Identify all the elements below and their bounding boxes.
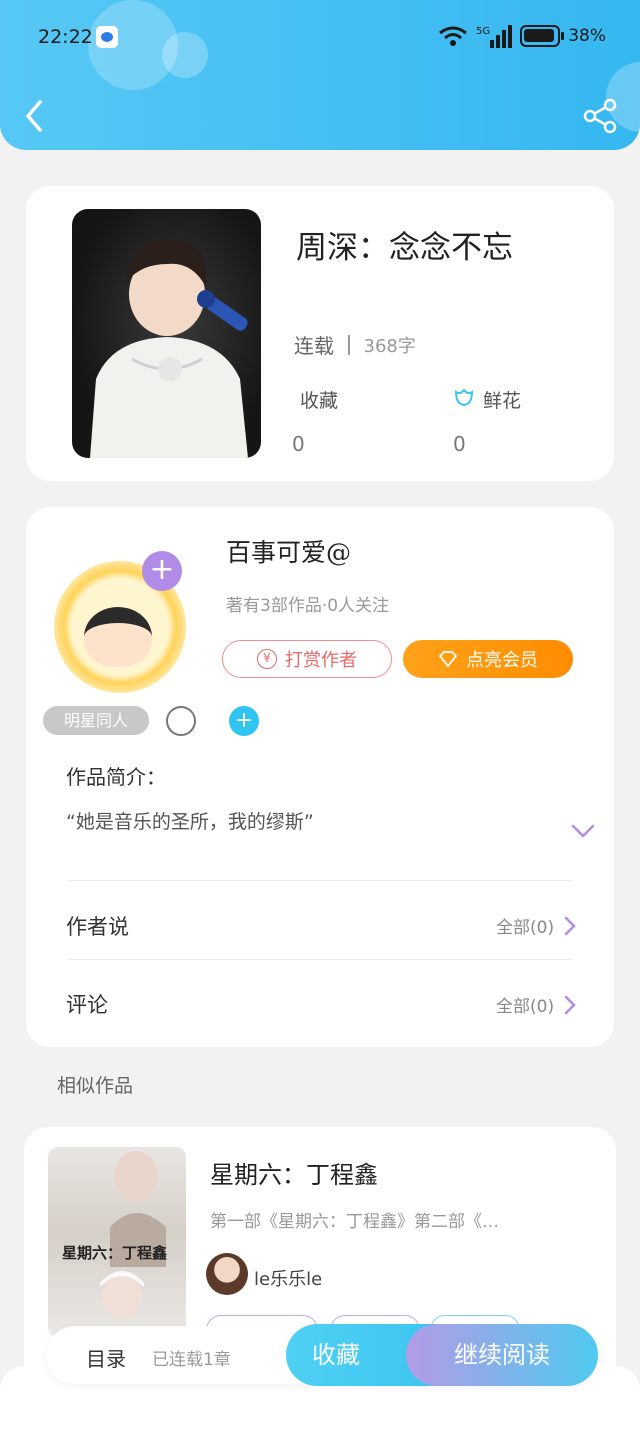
serial-status: 连载	[294, 334, 334, 358]
author-name[interactable]: 百事可爱@	[226, 533, 351, 569]
tip-author-button[interactable]: ¥ 打赏作者	[222, 640, 392, 678]
intro-text: “她是音乐的圣所，我的缪斯”	[66, 811, 314, 833]
similar-cover-title: 星期六：丁程鑫	[62, 1244, 168, 1262]
word-count: 368字	[363, 335, 416, 357]
flower-icon	[454, 388, 474, 407]
chevron-down-icon[interactable]	[570, 823, 596, 839]
author-says-all[interactable]: 全部(0)	[496, 913, 576, 938]
share-icon[interactable]	[580, 98, 620, 134]
favorites-label: 收藏	[300, 390, 339, 412]
serial-chapters: 已连载1章	[152, 1350, 231, 1370]
divider	[348, 334, 350, 355]
book-title: 周深：念念不忘	[296, 230, 513, 266]
similar-work-cover[interactable]: 星期六：丁程鑫	[48, 1147, 186, 1337]
vip-button-label: 点亮会员	[466, 650, 538, 671]
status-icons: 5G 38%	[438, 24, 606, 48]
similar-work-description: 第一部《星期六：丁程鑫》第二部《…	[210, 1212, 499, 1232]
author-says-count: 全部(0)	[496, 918, 555, 938]
diamond-icon	[439, 651, 457, 667]
status-time: 22:22	[38, 26, 93, 48]
battery-percent: 38%	[568, 26, 606, 46]
add-tag-button[interactable]: +	[229, 706, 259, 736]
genre-tag[interactable]: 明星同人	[43, 706, 149, 735]
chevron-right-icon	[564, 995, 576, 1014]
network-label: 5G	[476, 26, 490, 37]
divider	[66, 880, 574, 881]
wifi-icon	[439, 26, 468, 46]
author-meta: 著有3部作品·0人关注	[226, 596, 390, 616]
favorites-count: 0	[292, 432, 305, 456]
author-card: + 百事可爱@ 著有3部作品·0人关注 ¥ 打赏作者 点亮会员 明星同人 + 作…	[26, 507, 614, 1047]
similar-author-avatar	[206, 1253, 248, 1295]
tip-author-label: 打赏作者	[285, 650, 357, 671]
intro-heading: 作品简介：	[66, 765, 166, 789]
back-arrow-icon[interactable]	[20, 96, 52, 136]
tag-placeholder[interactable]	[166, 706, 196, 736]
divider	[66, 959, 574, 960]
vip-button[interactable]: 点亮会员	[403, 640, 573, 678]
flowers-count: 0	[453, 432, 466, 456]
similar-work-title[interactable]: 星期六：丁程鑫	[210, 1155, 378, 1190]
comments-count: 全部(0)	[496, 997, 555, 1017]
top-header: 22:22 5G 38%	[0, 0, 640, 150]
author-says-label[interactable]: 作者说	[66, 911, 129, 941]
baidu-app-icon	[96, 26, 118, 48]
comments-all[interactable]: 全部(0)	[496, 992, 576, 1017]
toc-button[interactable]: 目录	[86, 1343, 126, 1372]
serial-info: 连载 368字	[294, 330, 416, 359]
yen-icon: ¥	[257, 649, 277, 669]
decor-bubble	[162, 32, 208, 78]
signal-5g-icon: 5G	[476, 25, 513, 48]
chevron-right-icon	[564, 916, 576, 935]
follow-plus-button[interactable]: +	[142, 551, 182, 591]
similar-works-heading: 相似作品	[57, 1075, 134, 1097]
book-cover[interactable]	[72, 209, 261, 458]
author-avatar[interactable]	[84, 607, 152, 667]
similar-work-author: le乐乐le	[254, 1269, 323, 1290]
book-info-card: 周深：念念不忘 连载 368字 收藏 0 鲜花 0	[26, 186, 614, 481]
comments-label[interactable]: 评论	[66, 989, 108, 1019]
flowers-label: 鲜花	[483, 390, 522, 412]
battery-icon	[520, 25, 565, 47]
continue-reading-button[interactable]: 继续阅读	[406, 1324, 598, 1386]
cover-illustration	[90, 238, 248, 458]
